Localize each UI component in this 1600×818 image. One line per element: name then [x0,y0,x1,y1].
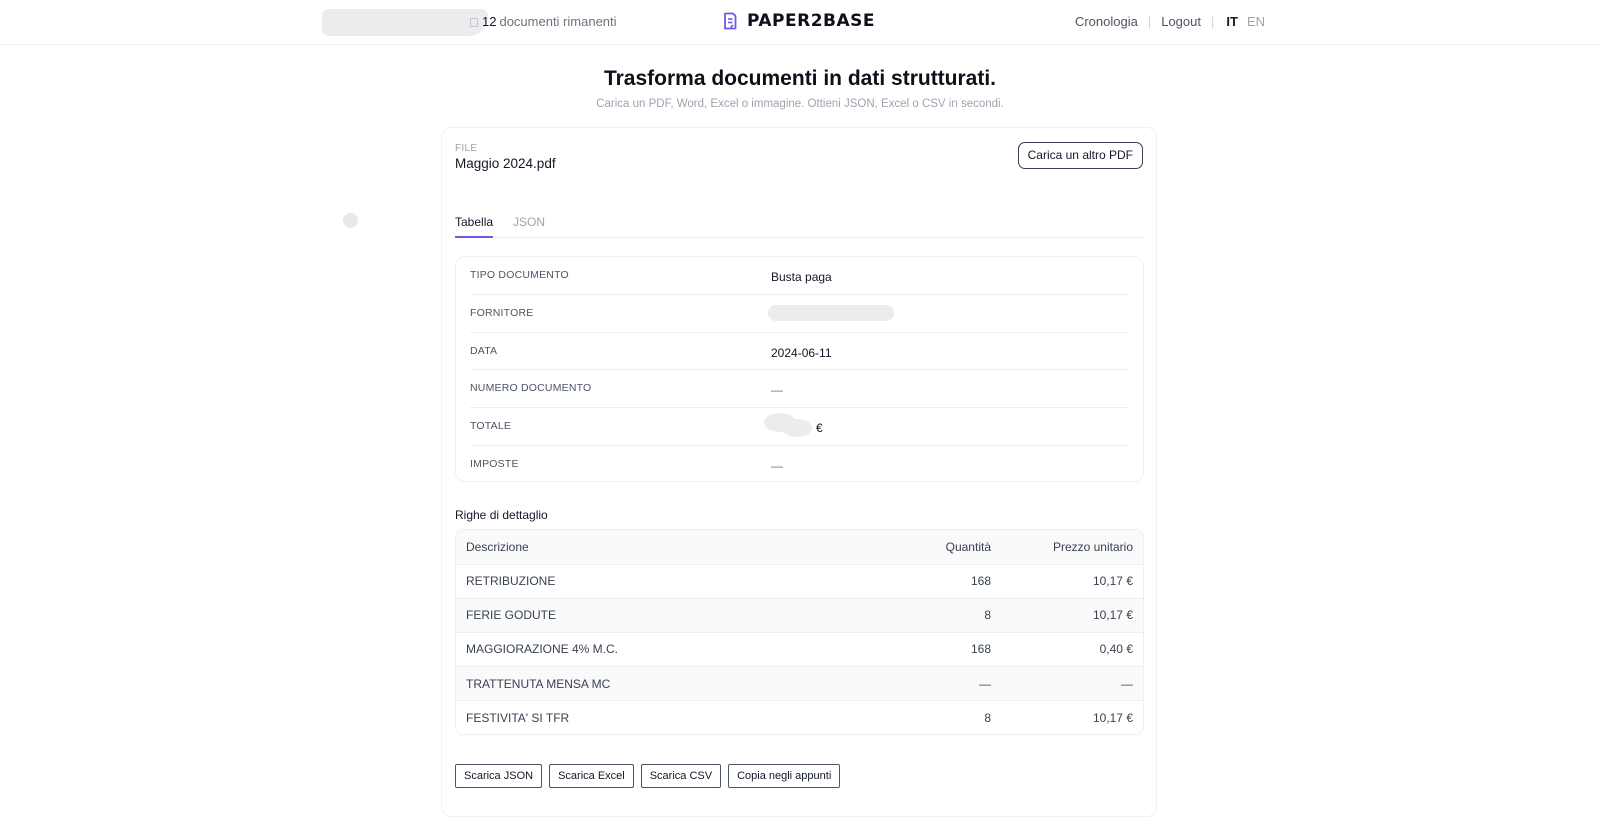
field-value: — [771,383,783,398]
logo-text: PAPER2BASE [747,11,876,31]
page-title: Trasforma documenti in dati strutturati. [603,67,997,90]
language-it[interactable]: IT [1226,14,1238,29]
table-row: MAGGIORAZIONE 4% M.C. 168 0,40 € [456,632,1143,668]
table-row: TRATTENUTA MENSA MC — — [456,666,1143,702]
details-table: Descrizione Quantità Prezzo unitario RET… [455,529,1144,735]
extracted-fields: TIPO DOCUMENTO Busta paga FORNITORE DATA… [455,256,1144,482]
top-header: 12 documenti rimanenti PAPER2BASE Cronolo… [0,0,1600,45]
cell-quantity: 8 [984,711,991,726]
cell-unit-price: 0,40 € [1001,632,1143,668]
language-en[interactable]: EN [1247,14,1265,29]
field-row-total: TOTALE € [470,408,1129,446]
column-header-description: Descrizione [456,530,896,565]
field-row-doc-type: TIPO DOCUMENTO Busta paga [470,257,1129,295]
cell-unit-price: 10,17 € [1001,598,1143,633]
redacted-supplier-value [768,304,894,321]
field-row-doc-number: NUMERO DOCUMENTO — [470,370,1129,409]
field-label: DATA [470,344,498,357]
download-json-button[interactable]: Scarica JSON [455,764,543,788]
table-row: FESTIVITA' SI TFR 8 10,17 € [456,701,1143,734]
field-label: TOTALE [470,420,512,433]
remaining-count: 12 [482,14,497,29]
copy-clipboard-button[interactable]: Copia negli appunti [728,764,841,788]
field-label: FORNITORE [470,306,534,319]
file-name: Maggio 2024.pdf [455,156,556,171]
cell-unit-price: — [1001,666,1143,702]
table-header-row: Descrizione Quantità Prezzo unitario [456,530,1143,565]
total-currency: € [816,421,823,436]
app-logo[interactable]: PAPER2BASE [722,11,875,31]
nav-history-link[interactable]: Cronologia [1075,14,1138,29]
download-excel-button[interactable]: Scarica Excel [549,764,634,788]
cell-description: MAGGIORAZIONE 4% M.C. [456,632,896,668]
cell-quantity: 8 [896,598,1001,633]
cell-quantity: — [896,666,1001,702]
page-subtitle: Carica un PDF, Word, Excel o immagine. O… [596,98,1004,110]
nav-logout-link[interactable]: Logout [1161,14,1201,29]
result-card: FILE Maggio 2024.pdf Carica un altro PDF… [441,127,1157,817]
nav-separator: | [1147,14,1152,29]
field-label: IMPOSTE [470,457,519,470]
tab-table[interactable]: Tabella [455,215,494,238]
field-label: TIPO DOCUMENTO [470,269,569,281]
cell-quantity: 168 [896,564,1001,599]
field-row-supplier: FORNITORE [470,295,1129,333]
cell-description: TRATTENUTA MENSA MC [456,666,896,702]
redacted-user-info [322,9,488,36]
cell-description: FESTIVITA' SI TFR [466,711,570,726]
cell-unit-price: 10,17 € [1001,564,1143,599]
nav-separator: | [1210,14,1215,29]
details-title: Righe di dettaglio [455,508,548,522]
remaining-label: documenti rimanenti [499,14,617,29]
table-row: RETRIBUZIONE 168 10,17 € [456,564,1143,599]
view-tabs: Tabella JSON [455,212,1144,238]
decorative-dot [343,213,358,228]
file-label: FILE [455,143,478,154]
export-actions: Scarica JSON Scarica Excel Scarica CSV C… [455,764,841,788]
redacted-total-value [782,419,812,438]
remaining-documents: 12 documenti rimanenti [470,14,617,29]
cell-unit-price: 10,17 € [1092,711,1133,726]
table-row: FERIE GODUTE 8 10,17 € [456,598,1143,633]
field-value: 2024-06-11 [771,345,832,360]
cell-description: FERIE GODUTE [456,598,896,633]
column-header-quantity: Quantità [896,530,1001,565]
column-header-unit-price: Prezzo unitario [1001,530,1143,565]
document-icon [470,18,478,27]
field-row-date: DATA 2024-06-11 [470,333,1129,371]
download-csv-button[interactable]: Scarica CSV [640,764,722,788]
upload-another-button[interactable]: Carica un altro PDF [1017,142,1143,169]
top-nav: Cronologia | Logout | IT EN [1075,14,1265,29]
field-row-taxes: IMPOSTE — [470,446,1129,484]
cell-quantity: 168 [896,632,1001,668]
field-label: NUMERO DOCUMENTO [470,382,592,395]
document-logo-icon [724,12,737,30]
cell-description: RETRIBUZIONE [456,564,896,599]
field-value: Busta paga [771,270,832,284]
tab-json[interactable]: JSON [513,215,545,235]
field-value: — [771,458,783,473]
